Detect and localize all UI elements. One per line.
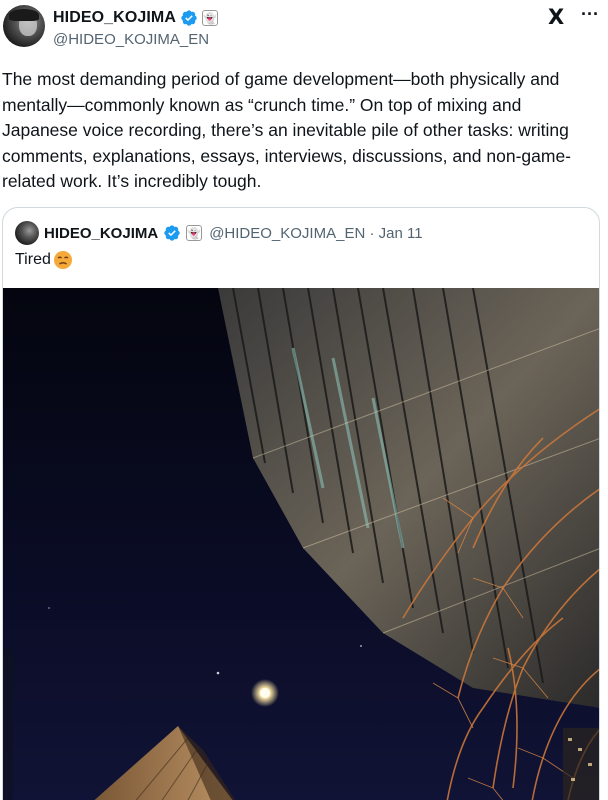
night-sky-photo[interactable] (3, 288, 599, 800)
tweet-text: The most demanding period of game develo… (2, 69, 572, 191)
quoted-author-display-name: HIDEO_KOJIMA (44, 224, 159, 242)
quoted-verified-badge-icon (164, 225, 180, 241)
quoted-tweet[interactable]: HIDEO_KOJIMA 👻 @HIDEO_KOJIMA_EN · Jan 11… (2, 207, 600, 800)
quoted-author-handle-date: @HIDEO_KOJIMA_EN · Jan 11 (209, 224, 423, 242)
quoted-tweet-text-row: Tired (15, 250, 73, 270)
author-avatar[interactable] (3, 5, 45, 47)
quoted-tweet-header: HIDEO_KOJIMA 👻 @HIDEO_KOJIMA_EN · Jan 11 (15, 221, 423, 245)
tweet-card: HIDEO_KOJIMA 👻 @HIDEO_KOJIMA_EN X ··· Th… (0, 0, 608, 800)
avatar-hat (9, 9, 39, 21)
more-options-icon[interactable]: ··· (578, 5, 602, 27)
tweet-header: HIDEO_KOJIMA 👻 @HIDEO_KOJIMA_EN X ··· (0, 0, 608, 60)
quoted-tweet-text: Tired (15, 251, 51, 268)
verified-badge-icon (181, 10, 197, 26)
x-logo-icon[interactable]: X (548, 6, 570, 28)
tired-face-emoji-icon (53, 251, 72, 269)
photo-svg (3, 288, 599, 800)
affiliate-badge[interactable]: 👻 (202, 10, 218, 26)
author-handle[interactable]: @HIDEO_KOJIMA_EN (53, 31, 209, 48)
quoted-affiliate-badge: 👻 (186, 225, 203, 241)
quoted-author-avatar (15, 221, 39, 245)
author-name-row: HIDEO_KOJIMA 👻 (53, 8, 218, 28)
author-display-name[interactable]: HIDEO_KOJIMA (53, 9, 176, 27)
